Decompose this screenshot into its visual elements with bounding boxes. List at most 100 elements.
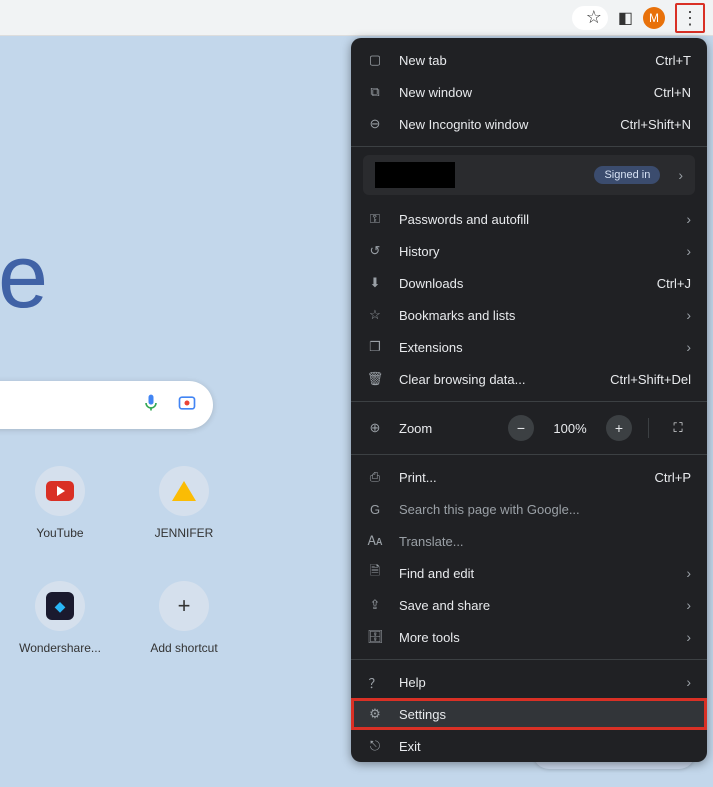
menu-settings[interactable]: ⚙Settings — [351, 698, 707, 730]
menu-find[interactable]: 🗎 Find and edit › — [351, 557, 707, 589]
zoom-in-button[interactable]: + — [606, 415, 632, 441]
side-panel-icon[interactable]: ◧ — [618, 8, 633, 28]
menu-print[interactable]: ⎙ Print... Ctrl+P — [351, 461, 707, 493]
menu-clear-data[interactable]: 🗑 Clear browsing data... Ctrl+Shift+Del — [351, 363, 707, 395]
key-icon: ⚿ — [367, 211, 383, 227]
menu-label: New tab — [399, 53, 639, 68]
chevron-right-icon: › — [686, 597, 691, 613]
profile-avatar[interactable]: M — [643, 7, 665, 29]
menu-new-incognito[interactable]: ⊖ New Incognito window Ctrl+Shift+N — [351, 108, 707, 140]
drive-icon — [172, 481, 196, 501]
menu-label: New Incognito window — [399, 117, 604, 132]
menu-translate: 🗛 Translate... — [351, 525, 707, 557]
shortcut-jennifer[interactable]: JENNIFER — [134, 466, 234, 540]
chevron-right-icon: › — [686, 339, 691, 355]
menu-label: Extensions — [399, 340, 670, 355]
menu-zoom: ⊕ Zoom − 100% + ⛶ — [351, 408, 707, 448]
shortcut-youtube[interactable]: YouTube — [10, 466, 110, 540]
menu-label: History — [399, 244, 670, 259]
menu-more-tools[interactable]: 🗄More tools› — [351, 621, 707, 653]
bookmark-star-icon[interactable]: ☆ — [586, 7, 602, 28]
toolbox-icon: 🗄 — [367, 629, 383, 645]
find-icon: 🗎 — [367, 562, 383, 584]
chevron-right-icon: › — [686, 211, 691, 227]
menu-label: Find and edit — [399, 566, 670, 581]
zoom-icon: ⊕ — [367, 420, 383, 436]
youtube-icon — [46, 481, 74, 501]
extension-icon: ❐ — [367, 339, 383, 355]
shortcut-wondershare[interactable]: ◆ Wondershare... — [10, 581, 110, 655]
zoom-label: Zoom — [399, 421, 492, 436]
menu-label: Save and share — [399, 598, 670, 613]
trash-icon: 🗑 — [367, 371, 383, 387]
menu-new-window[interactable]: ⧉ New window Ctrl+N — [351, 76, 707, 108]
menu-label: Help — [399, 675, 670, 690]
menu-label: Print... — [399, 470, 639, 485]
profile-name-redacted — [375, 162, 455, 188]
menu-label: Passwords and autofill — [399, 212, 670, 227]
shortcut-label: JENNIFER — [155, 526, 214, 540]
google-logo-fragment: le — [0, 226, 44, 329]
menu-bookmarks[interactable]: ☆Bookmarks and lists› — [351, 299, 707, 331]
zoom-value: 100% — [550, 421, 590, 436]
divider — [351, 659, 707, 660]
menu-shortcut: Ctrl+N — [654, 85, 691, 100]
chevron-right-icon: › — [686, 243, 691, 259]
translate-icon: 🗛 — [367, 533, 383, 549]
chrome-main-menu: ▢New tabCtrl+T ⧉ New window Ctrl+N ⊖ New In… — [351, 38, 707, 762]
google-g-icon: G — [367, 502, 383, 517]
mic-icon[interactable] — [141, 393, 161, 418]
omnibox-end: ☆ — [572, 6, 608, 30]
exit-icon: ⎋ — [367, 738, 383, 754]
new-window-icon: ⧉ — [367, 84, 383, 100]
menu-label: Search this page with Google... — [399, 502, 691, 517]
divider — [351, 146, 707, 147]
shortcut-add[interactable]: + Add shortcut — [134, 581, 234, 655]
menu-downloads[interactable]: ⬇ Downloads Ctrl+J — [351, 267, 707, 299]
chevron-right-icon: › — [686, 307, 691, 323]
menu-label: Translate... — [399, 534, 691, 549]
print-icon: ⎙ — [367, 469, 383, 485]
incognito-icon: ⊖ — [367, 116, 383, 132]
shortcut-label: Wondershare... — [19, 641, 101, 655]
browser-toolbar: ☆ ◧ M ⋮ — [0, 0, 713, 36]
menu-label: Downloads — [399, 276, 641, 291]
menu-label: Bookmarks and lists — [399, 308, 670, 323]
shortcut-label: YouTube — [36, 526, 83, 540]
menu-profile[interactable]: Signed in › — [363, 155, 695, 195]
shortcuts-row-1: YouTube JENNIFER — [0, 466, 234, 540]
kebab-icon: ⋮ — [681, 9, 699, 27]
chrome-menu-button[interactable]: ⋮ — [675, 3, 705, 33]
menu-shortcut: Ctrl+Shift+Del — [610, 372, 691, 387]
menu-shortcut: Ctrl+Shift+N — [620, 117, 691, 132]
search-box[interactable] — [0, 381, 213, 429]
chevron-right-icon: › — [678, 167, 683, 183]
zoom-out-button[interactable]: − — [508, 415, 534, 441]
lens-icon[interactable] — [177, 393, 197, 418]
fullscreen-button[interactable]: ⛶ — [665, 415, 691, 441]
menu-history[interactable]: ↺ History › — [351, 235, 707, 267]
menu-save-share[interactable]: ⇪ Save and share › — [351, 589, 707, 621]
wondershare-icon: ◆ — [46, 592, 74, 620]
menu-shortcut: Ctrl+P — [655, 470, 691, 485]
signed-in-badge: Signed in — [594, 166, 660, 184]
menu-help[interactable]: ？Help› — [351, 666, 707, 698]
menu-label: Clear browsing data... — [399, 372, 594, 387]
menu-passwords[interactable]: ⚿ Passwords and autofill › — [351, 203, 707, 235]
menu-label: Settings — [399, 707, 691, 722]
download-icon: ⬇ — [367, 275, 383, 291]
menu-exit[interactable]: ⎋ Exit — [351, 730, 707, 762]
shortcuts-row-2: ◆ Wondershare... + Add shortcut — [0, 581, 234, 655]
chevron-right-icon: › — [686, 629, 691, 645]
menu-label: New window — [399, 85, 638, 100]
menu-shortcut: Ctrl+J — [657, 276, 691, 291]
chevron-right-icon: › — [686, 565, 691, 581]
chevron-right-icon: › — [686, 674, 691, 690]
share-icon: ⇪ — [367, 597, 383, 613]
shortcut-label: Add shortcut — [150, 641, 217, 655]
menu-label: Exit — [399, 739, 691, 754]
menu-new-tab[interactable]: ▢New tabCtrl+T — [351, 44, 707, 76]
divider — [351, 454, 707, 455]
menu-extensions[interactable]: ❐ Extensions › — [351, 331, 707, 363]
history-icon: ↺ — [367, 243, 383, 259]
